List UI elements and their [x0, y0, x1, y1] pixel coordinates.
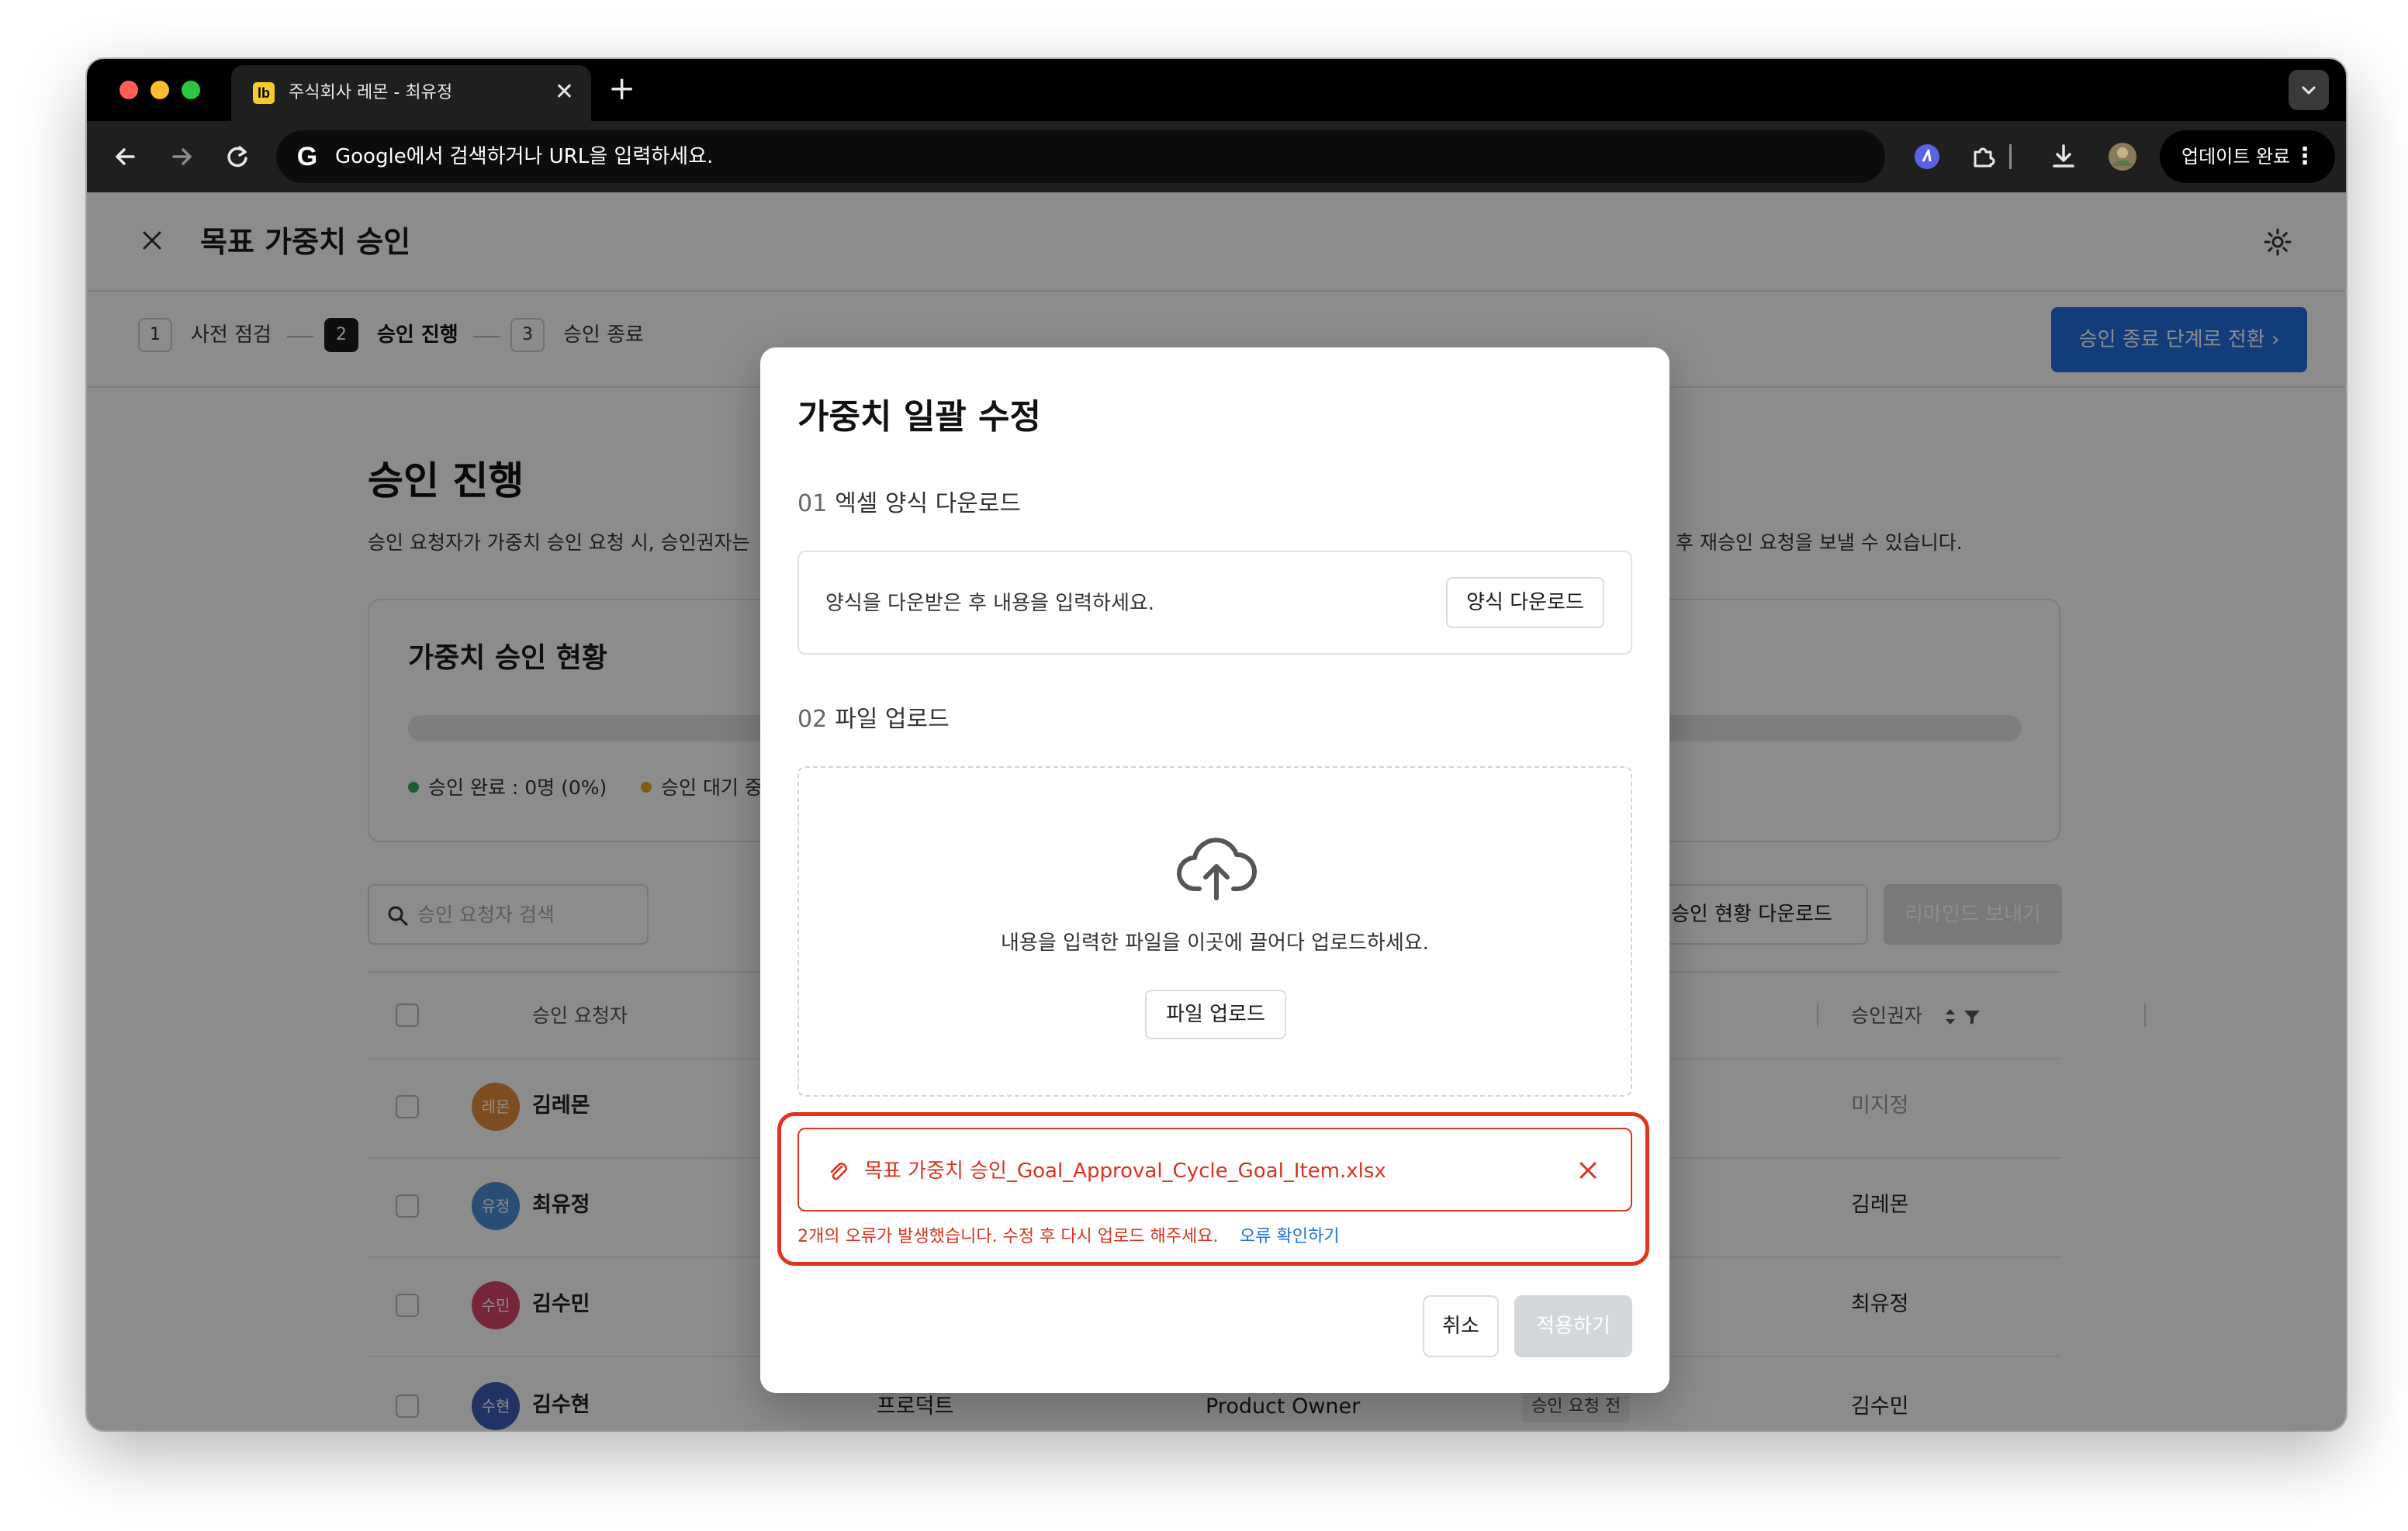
- update-complete-button[interactable]: 업데이트 완료 ⋮: [2160, 130, 2335, 183]
- new-tab-button[interactable]: +: [608, 70, 635, 107]
- browser-toolbar: G Google에서 검색하거나 URL을 입력하세요. 업데이트 완료 ⋮: [87, 121, 2346, 192]
- step-excel-download-heading: 01 엑셀 양식 다운로드: [797, 487, 1021, 521]
- bulk-edit-weights-modal: 가중치 일괄 수정 01 엑셀 양식 다운로드 양식을 다운받은 후 내용을 입력…: [760, 347, 1669, 1393]
- template-download-button[interactable]: 양식 다운로드: [1446, 577, 1604, 628]
- address-bar[interactable]: G Google에서 검색하거나 URL을 입력하세요.: [276, 130, 1885, 183]
- tab-close-icon[interactable]: ✕: [555, 79, 574, 105]
- favicon-icon: lb: [253, 82, 275, 104]
- address-placeholder: Google에서 검색하거나 URL을 입력하세요.: [335, 145, 714, 168]
- extension-arrow-icon[interactable]: [1910, 140, 1944, 174]
- tab-bar: lb 주식회사 레몬 - 최유정 ✕ +: [87, 59, 2346, 121]
- update-label: 업데이트 완료: [2181, 146, 2291, 168]
- uploaded-file-item: 목표 가중치 승인_Goal_Approval_Cycle_Goal_Item.…: [797, 1128, 1632, 1211]
- page-content: 목표 가중치 승인 1 사전 점검 2 승인 진행 3 승인 종료 승인 종료 …: [87, 192, 2346, 1430]
- close-window-button[interactable]: [119, 81, 138, 99]
- file-upload-button[interactable]: 파일 업로드: [1145, 990, 1286, 1039]
- cloud-upload-icon: [1177, 838, 1257, 900]
- toolbar-divider: [2009, 144, 2012, 169]
- modal-title: 가중치 일괄 수정: [797, 397, 1041, 437]
- step-file-upload-heading: 02 파일 업로드: [797, 703, 950, 737]
- chevron-down-icon: [2302, 86, 2316, 95]
- minimize-window-button[interactable]: [150, 81, 169, 99]
- upload-error-message: 2개의 오류가 발생했습니다. 수정 후 다시 업로드 해주세요.: [797, 1227, 1219, 1246]
- file-drop-zone[interactable]: 내용을 입력한 파일을 이곳에 끌어다 업로드하세요. 파일 업로드: [797, 766, 1632, 1097]
- google-icon: G: [296, 142, 318, 171]
- step-label: 파일 업로드: [835, 706, 950, 733]
- maximize-window-button[interactable]: [182, 81, 200, 99]
- template-download-box: 양식을 다운받은 후 내용을 입력하세요. 양식 다운로드: [797, 551, 1632, 655]
- step-number: 01: [797, 490, 828, 517]
- profile-avatar-icon[interactable]: [2105, 140, 2140, 174]
- template-hint: 양식을 다운받은 후 내용을 입력하세요.: [825, 592, 1155, 615]
- tab-search-button[interactable]: [2289, 70, 2329, 110]
- more-menu-icon: ⋮: [2293, 143, 2316, 170]
- tab-title: 주식회사 레몬 - 최유정: [289, 83, 453, 102]
- puzzle-icon[interactable]: [1967, 140, 2001, 174]
- step-label: 엑셀 양식 다운로드: [835, 490, 1022, 517]
- step-number: 02: [797, 706, 828, 733]
- download-icon[interactable]: [2046, 140, 2081, 174]
- reload-icon[interactable]: [220, 140, 254, 174]
- remove-file-icon[interactable]: [1576, 1159, 1600, 1182]
- drop-hint: 내용을 입력한 파일을 이곳에 끌어다 업로드하세요.: [1001, 931, 1429, 955]
- uploaded-file-name: 목표 가중치 승인_Goal_Approval_Cycle_Goal_Item.…: [864, 1159, 1386, 1183]
- forward-arrow-icon[interactable]: [164, 140, 199, 174]
- paperclip-icon: [830, 1163, 847, 1180]
- browser-tab[interactable]: lb 주식회사 레몬 - 최유정 ✕: [231, 65, 591, 121]
- view-errors-link[interactable]: 오류 확인하기: [1240, 1224, 1339, 1250]
- browser-window: lb 주식회사 레몬 - 최유정 ✕ + G Google에서 검색하거나 UR…: [87, 59, 2346, 1430]
- back-arrow-icon[interactable]: [109, 140, 143, 174]
- apply-button[interactable]: 적용하기: [1514, 1295, 1632, 1357]
- cancel-button[interactable]: 취소: [1423, 1295, 1499, 1357]
